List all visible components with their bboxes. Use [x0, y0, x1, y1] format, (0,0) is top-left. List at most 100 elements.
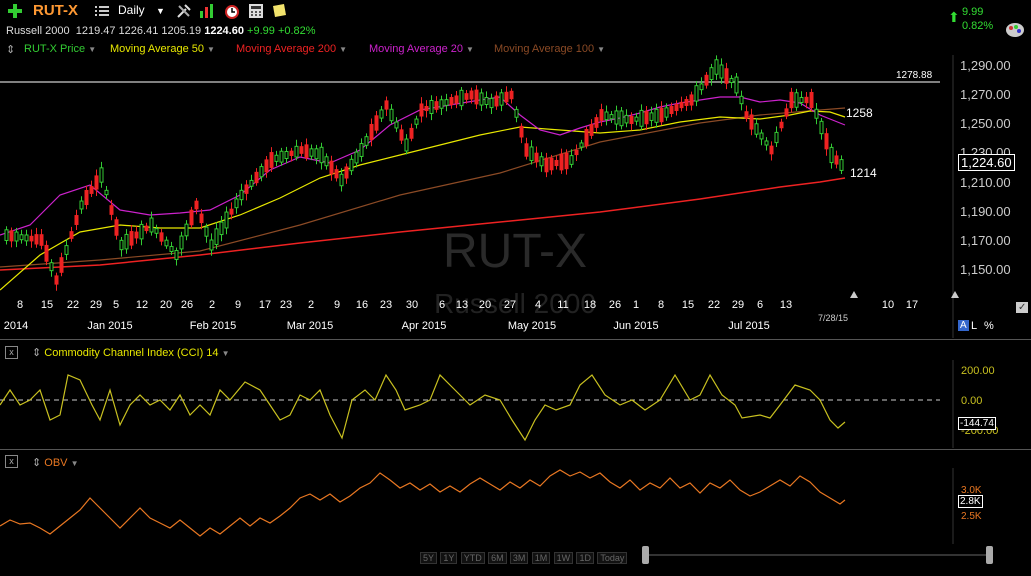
candle-body	[74, 215, 79, 225]
checkmark-icon[interactable]: ✓	[1016, 302, 1029, 313]
legend-ma50[interactable]: Moving Average 50 ▼	[110, 43, 215, 55]
cci-header[interactable]: ⇕ Commodity Channel Index (CCI) 14 ▼	[32, 346, 230, 359]
range-ytd-button[interactable]: YTD	[460, 552, 485, 564]
candle-body	[674, 103, 679, 112]
x-tick-day: 12	[136, 299, 148, 311]
scroll-handle-right[interactable]	[986, 546, 993, 564]
candle-body	[704, 74, 709, 86]
tools-icon[interactable]	[176, 3, 192, 19]
ma-value-label-2: 1214	[850, 166, 877, 180]
candle-body	[224, 211, 229, 229]
candle-body	[509, 90, 514, 100]
candle-body	[554, 159, 559, 167]
candle-body	[24, 234, 29, 242]
candle-body	[374, 115, 379, 131]
legend-ma200[interactable]: Moving Average 200 ▼	[236, 43, 347, 55]
triangle-marker-icon[interactable]	[951, 291, 959, 298]
panel-divider[interactable]	[0, 339, 1031, 340]
candle-body	[699, 83, 704, 91]
close-cci-button[interactable]: x	[5, 346, 18, 359]
range-1d-button[interactable]: 1D	[576, 552, 594, 564]
range-today-button[interactable]: Today	[597, 552, 628, 564]
x-tick-day: 10	[882, 299, 894, 311]
range-6m-button[interactable]: 6M	[488, 552, 507, 564]
candle-body	[589, 124, 594, 136]
candle-body	[619, 110, 624, 127]
x-tick-day: 23	[280, 299, 292, 311]
close-obv-button[interactable]: x	[5, 455, 18, 468]
range-5y-button[interactable]: 5Y	[420, 552, 438, 564]
x-tick-day: 29	[732, 299, 744, 311]
candle-body	[214, 228, 219, 245]
palette-icon[interactable]	[1004, 22, 1026, 38]
resistance-label: 1278.88	[896, 70, 933, 81]
range-3m-button[interactable]: 3M	[509, 552, 529, 564]
scroll-handle-left[interactable]	[642, 546, 649, 564]
candle-body	[54, 275, 59, 285]
note-icon[interactable]	[271, 3, 287, 19]
quote-last: 1224.60	[204, 25, 244, 37]
legend-ma100[interactable]: Moving Average 100 ▼	[494, 43, 605, 55]
candle-body	[299, 146, 304, 154]
obv-chart[interactable]: 3.0K 2.5K	[0, 468, 1031, 544]
add-plus-icon[interactable]	[7, 3, 23, 19]
candle-body	[784, 108, 789, 117]
candle-body	[564, 152, 569, 170]
price-tick: 1,210.00	[960, 175, 1011, 190]
candle-body	[109, 205, 114, 215]
auto-scale-button[interactable]: A	[958, 320, 969, 331]
range-1m-button[interactable]: 1M	[531, 552, 551, 564]
alarm-clock-icon[interactable]	[224, 3, 240, 19]
candle-body	[599, 109, 604, 121]
symbol-selector[interactable]: RUT-X	[33, 2, 78, 19]
candle-body	[249, 179, 254, 187]
calculator-icon[interactable]	[248, 3, 264, 19]
candle-body	[829, 146, 834, 164]
range-1y-button[interactable]: 1Y	[440, 552, 458, 564]
triangle-marker-icon[interactable]	[850, 291, 858, 298]
cci-current-value: -144.74	[958, 417, 996, 430]
bar-chart-icon[interactable]	[199, 3, 215, 19]
candle-body	[809, 91, 814, 109]
candle-body	[749, 114, 754, 130]
x-tick-day: 17	[259, 299, 271, 311]
legend-label: Moving Average 200	[236, 43, 337, 55]
candle-body	[69, 231, 74, 239]
instrument-name: Russell 2000	[6, 25, 70, 37]
interval-dropdown[interactable]: Daily ▼	[118, 3, 165, 17]
candle-body	[64, 245, 69, 255]
candle-body	[569, 155, 574, 165]
x-tick-day: 22	[67, 299, 79, 311]
legend-price[interactable]: RUT-X Price ▼	[24, 43, 96, 55]
candle-body	[444, 99, 449, 106]
candle-body	[449, 97, 454, 105]
candle-body	[369, 123, 374, 141]
legend-ma20[interactable]: Moving Average 20 ▼	[369, 43, 474, 55]
panel-divider[interactable]	[0, 449, 1031, 450]
candle-body	[454, 95, 459, 104]
percent-scale-button[interactable]: %	[984, 320, 994, 332]
scroll-track[interactable]	[649, 554, 986, 556]
candle-body	[534, 152, 539, 163]
reorder-icon: ⇕	[32, 347, 42, 359]
cci-chart[interactable]: 200.00 0.00 -200.00	[0, 360, 1031, 448]
range-1w-button[interactable]: 1W	[553, 552, 574, 564]
candle-body	[4, 229, 9, 242]
candle-body	[709, 67, 714, 81]
candlestick-series[interactable]	[4, 55, 844, 291]
candle-body	[169, 245, 174, 253]
price-chart[interactable]: RUT-X Russell 2000 1,290.00 1,270.00 1,2…	[0, 55, 1031, 338]
log-scale-button[interactable]: L	[971, 320, 977, 332]
candle-body	[174, 250, 179, 260]
candle-body	[814, 108, 819, 119]
candle-body	[209, 239, 214, 251]
quote-change-pct: +0.82%	[277, 25, 316, 37]
candle-body	[729, 77, 734, 84]
list-icon[interactable]	[94, 3, 110, 19]
candle-body	[834, 155, 839, 165]
x-tick-day: 9	[235, 299, 241, 311]
candle-body	[279, 150, 284, 163]
candle-body	[644, 110, 649, 125]
candle-body	[139, 223, 144, 240]
candle-body	[579, 142, 584, 148]
